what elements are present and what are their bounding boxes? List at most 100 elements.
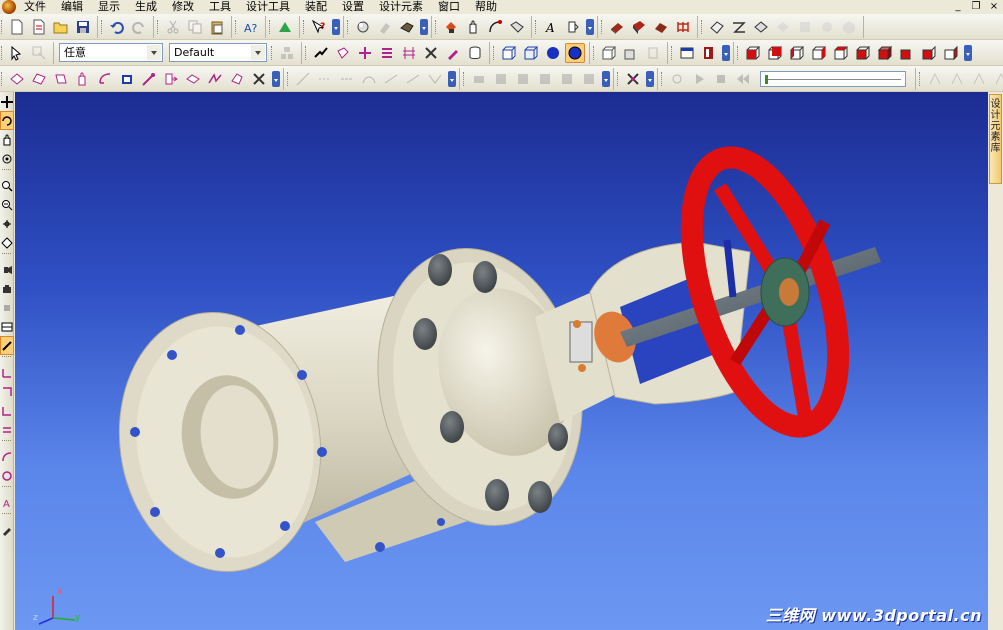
sweep-button[interactable] — [73, 69, 93, 89]
extra1-button[interactable] — [925, 69, 945, 89]
menu-assembly[interactable]: 装配 — [297, 0, 334, 14]
light-button[interactable] — [0, 260, 14, 279]
grid-button[interactable] — [399, 43, 419, 63]
pattern-button[interactable] — [183, 69, 203, 89]
material-button[interactable] — [629, 17, 649, 37]
align-button[interactable] — [377, 43, 397, 63]
extra4-button[interactable] — [991, 69, 1003, 89]
menu-settings[interactable]: 设置 — [334, 0, 371, 14]
menu-window[interactable]: 窗口 — [430, 0, 467, 14]
arc-button[interactable] — [359, 69, 379, 89]
line2-button[interactable] — [315, 69, 335, 89]
pick-button[interactable] — [29, 43, 49, 63]
revolve-button[interactable] — [51, 69, 71, 89]
menu-modify[interactable]: 修改 — [164, 0, 201, 14]
orbit-button[interactable] — [0, 149, 14, 168]
find-button[interactable]: A? — [241, 17, 261, 37]
view-front-button[interactable] — [743, 43, 763, 63]
hand-button[interactable] — [463, 17, 483, 37]
light-button[interactable] — [607, 17, 627, 37]
feature-3-button[interactable] — [751, 17, 771, 37]
fly-button[interactable] — [0, 298, 14, 317]
transform-button[interactable] — [623, 69, 643, 89]
scene-button[interactable] — [699, 43, 719, 63]
eyedropper-button[interactable] — [0, 520, 14, 539]
line3-button[interactable] — [337, 69, 357, 89]
app-logo-icon[interactable] — [2, 0, 16, 14]
wireframe-button[interactable] — [643, 43, 663, 63]
view-iso2-button[interactable] — [897, 43, 917, 63]
menu-design-elements[interactable]: 设计元素 — [371, 0, 430, 14]
pan-view-button[interactable] — [0, 130, 14, 149]
view-iso3-button[interactable] — [919, 43, 939, 63]
paste-button[interactable] — [207, 17, 227, 37]
op2-button[interactable] — [491, 69, 511, 89]
window-button[interactable] — [677, 43, 697, 63]
solid-view-button[interactable] — [599, 43, 619, 63]
filter-select[interactable]: 任意 — [59, 43, 163, 62]
view-left-button[interactable] — [787, 43, 807, 63]
zoom-out-button[interactable] — [0, 195, 14, 214]
zoom-fit-button[interactable] — [0, 233, 14, 252]
line-button[interactable] — [293, 69, 313, 89]
shell-button[interactable] — [161, 69, 181, 89]
feature-2-button[interactable] — [729, 17, 749, 37]
shaded-view-button[interactable] — [621, 43, 641, 63]
coordinate-button[interactable] — [0, 363, 14, 382]
view-iso-button[interactable] — [875, 43, 895, 63]
tool-edit-button[interactable] — [443, 43, 463, 63]
op1-button[interactable] — [469, 69, 489, 89]
copy-button[interactable] — [185, 17, 205, 37]
mirror-button[interactable] — [205, 69, 225, 89]
box-shape-button[interactable] — [651, 17, 671, 37]
menu-generate[interactable]: 生成 — [127, 0, 164, 14]
boolean-button[interactable] — [227, 69, 247, 89]
feature-6-button[interactable] — [817, 17, 837, 37]
text-button[interactable]: A — [541, 17, 561, 37]
select-button[interactable] — [7, 43, 27, 63]
text-tool-button[interactable]: A — [0, 493, 14, 512]
render-button[interactable] — [353, 17, 373, 37]
toolbar-overflow-icon[interactable] — [332, 18, 340, 35]
sketch-button[interactable] — [7, 69, 27, 89]
rotate-view-button[interactable] — [0, 111, 14, 130]
view-top-button[interactable] — [831, 43, 851, 63]
close-button[interactable]: × — [989, 0, 999, 13]
cube-button[interactable] — [499, 43, 519, 63]
undo-button[interactable] — [107, 17, 127, 37]
pointer-button[interactable] — [0, 92, 14, 111]
record-button[interactable] — [667, 69, 687, 89]
toolbar-overflow-icon[interactable] — [646, 70, 654, 87]
menu-tools[interactable]: 工具 — [201, 0, 238, 14]
cross-button[interactable] — [249, 69, 269, 89]
wire-button[interactable] — [673, 17, 693, 37]
loft-button[interactable] — [95, 69, 115, 89]
arc-tool-button[interactable] — [0, 447, 14, 466]
circle-tool-button[interactable] — [0, 466, 14, 485]
save-button[interactable] — [73, 17, 93, 37]
rewind-button[interactable] — [733, 69, 753, 89]
zoom-in-button[interactable] — [0, 176, 14, 195]
menu-file[interactable]: 文件 — [16, 0, 53, 14]
fillet-button[interactable] — [117, 69, 137, 89]
toolbar-overflow-icon[interactable] — [586, 18, 594, 35]
new-button[interactable] — [7, 17, 27, 37]
tool-x-button[interactable] — [421, 43, 441, 63]
menu-view[interactable]: 显示 — [90, 0, 127, 14]
minimize-button[interactable]: _ — [953, 0, 963, 13]
3d-viewport[interactable]: x y z 三维网 www.3dportal.cn — [15, 92, 988, 630]
design-elements-tab[interactable]: 设计元素库 — [989, 94, 1002, 184]
feature-4-button[interactable] — [773, 17, 793, 37]
view-bottom-button[interactable] — [853, 43, 873, 63]
redo-button[interactable] — [129, 17, 149, 37]
op6-button[interactable] — [579, 69, 599, 89]
new-scene-button[interactable] — [29, 17, 49, 37]
measure-button[interactable] — [563, 17, 583, 37]
toolbar-overflow-icon[interactable] — [602, 70, 610, 87]
menu-edit[interactable]: 编辑 — [53, 0, 90, 14]
triad-button[interactable] — [333, 43, 353, 63]
feature-7-button[interactable] — [839, 17, 859, 37]
snap-button[interactable] — [355, 43, 375, 63]
style-select[interactable]: Default — [169, 43, 267, 62]
op5-button[interactable] — [557, 69, 577, 89]
